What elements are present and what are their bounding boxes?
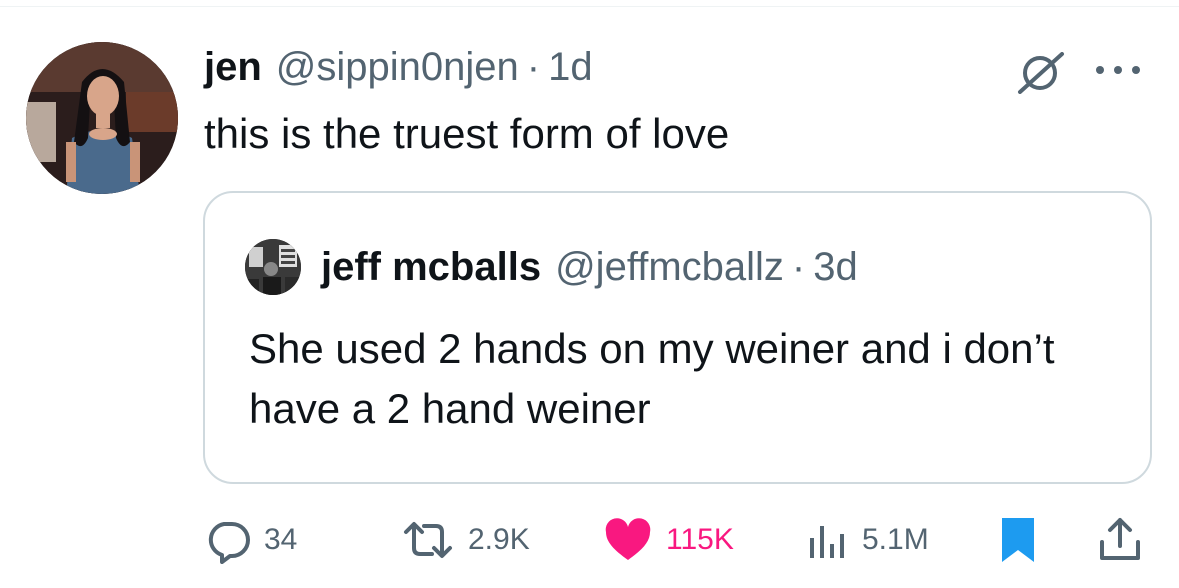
share-button[interactable] bbox=[1098, 512, 1142, 568]
tweet-header: jen @sippin0njen · 1d bbox=[204, 44, 593, 90]
quoted-author-name[interactable]: jeff mcballs bbox=[321, 243, 541, 291]
tweet[interactable]: jen @sippin0njen · 1d this is the truest… bbox=[0, 0, 1179, 588]
author-handle[interactable]: @sippin0njen bbox=[276, 44, 519, 90]
tweet-text: this is the truest form of love bbox=[204, 110, 730, 157]
author-name[interactable]: jen bbox=[204, 44, 262, 90]
bookmark-icon bbox=[1002, 518, 1034, 562]
quoted-header-separator: · bbox=[791, 245, 806, 289]
repost-icon bbox=[404, 522, 452, 558]
bookmark-button[interactable] bbox=[998, 512, 1038, 568]
action-bar: 34 2.9K 115K 5.1M bbox=[0, 512, 1179, 568]
tweet-time[interactable]: 1d bbox=[548, 44, 593, 90]
repost-count: 2.9K bbox=[468, 523, 530, 556]
views-button[interactable]: 5.1M bbox=[806, 512, 929, 568]
like-button[interactable]: 115K bbox=[602, 512, 734, 568]
reply-button[interactable]: 34 bbox=[204, 512, 297, 568]
quoted-tweet[interactable]: jeff mcballs @jeffmcballz · 3d She used … bbox=[203, 191, 1152, 484]
views-icon bbox=[810, 526, 844, 558]
quoted-tweet-time[interactable]: 3d bbox=[813, 243, 858, 291]
quoted-tweet-header: jeff mcballs @jeffmcballz · 3d bbox=[321, 243, 858, 291]
repost-button[interactable]: 2.9K bbox=[400, 512, 530, 568]
heart-icon bbox=[605, 518, 651, 560]
reply-count: 34 bbox=[264, 523, 298, 556]
author-avatar[interactable] bbox=[26, 42, 178, 194]
views-count: 5.1M bbox=[862, 523, 929, 556]
like-count: 115K bbox=[666, 523, 734, 556]
more-icon[interactable] bbox=[1092, 58, 1144, 82]
quoted-author-handle[interactable]: @jeffmcballz bbox=[555, 243, 784, 291]
quoted-avatar-photo bbox=[245, 239, 301, 295]
share-icon bbox=[1100, 518, 1140, 560]
avatar-photo bbox=[26, 42, 178, 194]
reply-icon bbox=[208, 522, 250, 564]
quoted-tweet-text: She used 2 hands on my weiner and i don’… bbox=[249, 325, 1055, 432]
header-separator: · bbox=[526, 45, 541, 89]
quoted-author-avatar[interactable] bbox=[245, 239, 301, 295]
grok-icon[interactable] bbox=[1016, 52, 1068, 94]
